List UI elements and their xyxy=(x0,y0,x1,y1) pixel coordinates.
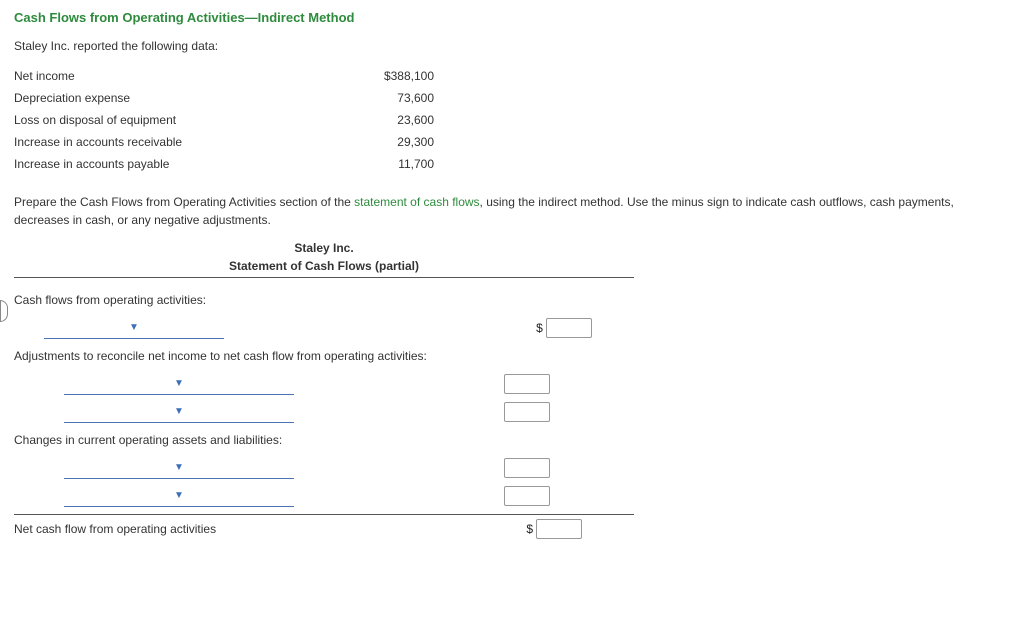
table-row: Depreciation expense 73,600 xyxy=(14,87,464,109)
net-income-input[interactable] xyxy=(546,318,592,338)
chevron-down-icon: ▼ xyxy=(174,462,184,473)
chevron-down-icon: ▼ xyxy=(129,322,139,333)
chevron-down-icon: ▼ xyxy=(174,378,184,389)
change-1-input[interactable] xyxy=(504,458,550,478)
page-edge-marker xyxy=(0,300,8,322)
adjustment-2-dropdown[interactable]: ▼ xyxy=(64,402,294,423)
data-label: Loss on disposal of equipment xyxy=(14,109,314,131)
adjustment-1-input[interactable] xyxy=(504,374,550,394)
data-value: 11,700 xyxy=(314,153,464,175)
statement-title: Statement of Cash Flows (partial) xyxy=(14,259,634,273)
given-data-table: Net income $388,100 Depreciation expense… xyxy=(14,65,464,175)
net-cash-flow-label: Net cash flow from operating activities xyxy=(14,522,406,536)
net-cash-flow-input[interactable] xyxy=(536,519,582,539)
section-title: Cash Flows from Operating Activities—Ind… xyxy=(14,10,1010,25)
data-value: $388,100 xyxy=(314,65,464,87)
change-2-dropdown[interactable]: ▼ xyxy=(64,486,294,507)
currency-symbol: $ xyxy=(536,321,543,335)
data-label: Increase in accounts receivable xyxy=(14,131,314,153)
table-row: Increase in accounts receivable 29,300 xyxy=(14,131,464,153)
table-row: Loss on disposal of equipment 23,600 xyxy=(14,109,464,131)
change-2-input[interactable] xyxy=(504,486,550,506)
data-label: Increase in accounts payable xyxy=(14,153,314,175)
data-label: Net income xyxy=(14,65,314,87)
net-income-dropdown[interactable]: ▼ xyxy=(44,318,224,339)
worksheet: Cash flows from operating activities: ▼ … xyxy=(14,286,714,543)
data-label: Depreciation expense xyxy=(14,87,314,109)
statement-link[interactable]: statement of cash flows xyxy=(354,195,479,209)
intro-text: Staley Inc. reported the following data: xyxy=(14,39,1010,53)
chevron-down-icon: ▼ xyxy=(174,490,184,501)
company-name: Staley Inc. xyxy=(14,241,634,255)
data-value: 73,600 xyxy=(314,87,464,109)
adjustment-2-input[interactable] xyxy=(504,402,550,422)
currency-symbol: $ xyxy=(526,522,533,536)
chevron-down-icon: ▼ xyxy=(174,406,184,417)
section-heading-operating: Cash flows from operating activities: xyxy=(14,293,474,307)
change-1-dropdown[interactable]: ▼ xyxy=(64,458,294,479)
data-value: 29,300 xyxy=(314,131,464,153)
section-heading-changes: Changes in current operating assets and … xyxy=(14,433,474,447)
title-divider xyxy=(14,277,634,278)
question-text: Prepare the Cash Flows from Operating Ac… xyxy=(14,193,1010,229)
adjustment-1-dropdown[interactable]: ▼ xyxy=(64,374,294,395)
section-heading-adjustments: Adjustments to reconcile net income to n… xyxy=(14,349,474,363)
table-row: Increase in accounts payable 11,700 xyxy=(14,153,464,175)
table-row: Net income $388,100 xyxy=(14,65,464,87)
data-value: 23,600 xyxy=(314,109,464,131)
question-part1: Prepare the Cash Flows from Operating Ac… xyxy=(14,195,354,209)
